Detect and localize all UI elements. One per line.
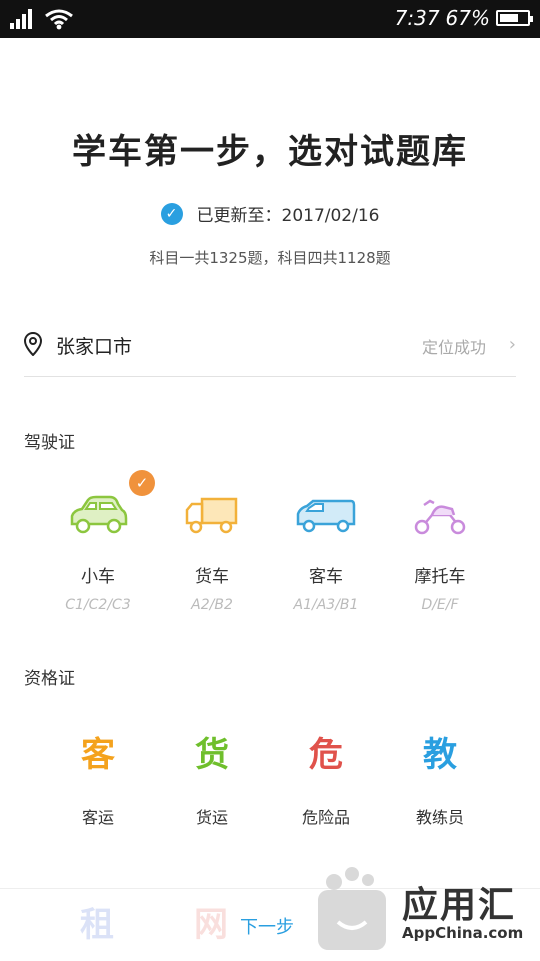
- vehicle-name: 小车: [81, 567, 115, 587]
- freight-icon: 货: [195, 735, 229, 775]
- vehicle-name: 货车: [195, 567, 229, 587]
- ride-hailing-icon[interactable]: 网: [194, 897, 228, 946]
- qualification-title: 资格证: [24, 669, 75, 689]
- vehicle-name: 摩托车: [414, 567, 466, 587]
- qual-label: 教练员: [415, 808, 464, 827]
- vehicle-code: A1/A3/B1: [293, 597, 359, 613]
- wifi-icon: [45, 9, 73, 30]
- driver-license-title: 驾驶证: [24, 433, 75, 453]
- bus-icon: [296, 499, 356, 533]
- next-step-button[interactable]: 下一步: [240, 913, 294, 939]
- battery-icon: [496, 10, 533, 26]
- battery-percent: 67%: [445, 6, 490, 30]
- check-circle-icon: ✓: [160, 202, 183, 225]
- qual-item-freight[interactable]: 货 货运: [152, 730, 272, 828]
- signal-icon: [10, 9, 32, 29]
- vehicle-name: 客车: [309, 567, 343, 587]
- page-title: 学车第一步，选对试题库: [72, 132, 468, 172]
- subject-counts: 科目一共1325题，科目四共1128题: [149, 249, 391, 267]
- vehicle-code: A2/B2: [191, 597, 233, 613]
- appchina-logo-icon: [318, 867, 386, 950]
- taxi-icon[interactable]: 租: [80, 897, 114, 946]
- vehicle-item-car[interactable]: 小车 C1/C2/C3: [38, 478, 158, 613]
- vehicle-item-bus[interactable]: 客车 A1/A3/B1: [266, 478, 386, 613]
- truck-icon: [185, 497, 238, 534]
- vehicle-item-truck[interactable]: 货车 A2/B2: [152, 478, 272, 613]
- vehicle-item-motorcycle[interactable]: 摩托车 D/E/F: [380, 478, 500, 613]
- instructor-icon: 教: [423, 735, 457, 775]
- qual-item-passenger[interactable]: 客 客运: [38, 730, 158, 828]
- vehicle-code: C1/C2/C3: [65, 597, 131, 613]
- qual-item-instructor[interactable]: 教 教练员: [380, 730, 500, 828]
- update-text: 已更新至：2017/02/16: [196, 206, 380, 226]
- location-pin-icon: [24, 332, 42, 356]
- update-info: ✓ 已更新至：2017/02/16: [0, 201, 540, 226]
- appchina-watermark: 应用汇 AppChina.com: [314, 864, 540, 960]
- qual-item-hazardous[interactable]: 危 危险品: [266, 730, 386, 828]
- qual-label: 客运: [81, 808, 114, 827]
- city-name: 张家口市: [56, 336, 133, 358]
- location-row[interactable]: 张家口市 定位成功 ›: [24, 322, 516, 377]
- clock: 7:37: [394, 6, 440, 30]
- motorcycle-icon: [414, 499, 466, 535]
- hazardous-icon: 危: [309, 735, 343, 775]
- chevron-right-icon: ›: [508, 334, 516, 355]
- status-bar: 7:37 67%: [0, 0, 540, 38]
- location-status: 定位成功: [421, 338, 486, 357]
- watermark-brand: 应用汇: [402, 885, 517, 926]
- car-icon: [70, 495, 128, 534]
- watermark-url: AppChina.com: [402, 924, 524, 942]
- vehicle-code: D/E/F: [421, 597, 459, 613]
- qual-label: 危险品: [301, 808, 350, 827]
- passenger-icon: 客: [81, 735, 115, 775]
- qual-label: 货运: [195, 808, 228, 827]
